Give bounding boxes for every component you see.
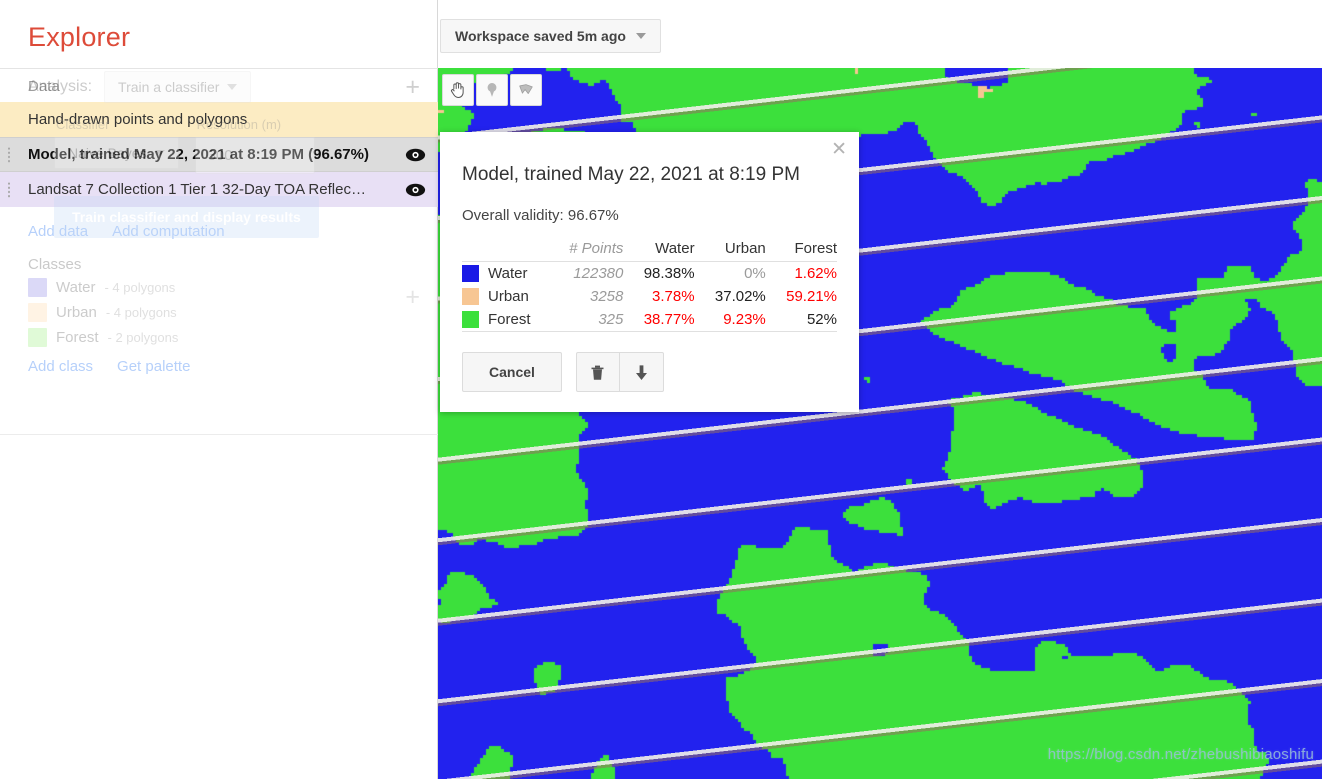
row-class-name: Urban xyxy=(488,285,548,308)
classifier-select[interactable]: Naive Bayes xyxy=(54,137,179,169)
class-name: Forest xyxy=(56,329,99,346)
col-swatch xyxy=(462,237,488,262)
classes-section-header: Classes xyxy=(0,250,438,275)
chevron-down-icon xyxy=(227,84,237,90)
model-results-dialog: ✕ Model, trained May 22, 2021 at 8:19 PM… xyxy=(440,132,859,412)
col-water: Water xyxy=(623,237,694,262)
cell-urban-forest: 59.21% xyxy=(766,285,837,308)
col-points: # Points xyxy=(548,237,624,262)
class-name: Urban xyxy=(56,304,97,321)
workspace-status-button[interactable]: Workspace saved 5m ago xyxy=(440,19,661,53)
watermark-text: https://blog.csdn.net/zhebushibiaoshifu xyxy=(1048,746,1314,763)
class-color-swatch xyxy=(28,303,47,322)
close-icon[interactable]: ✕ xyxy=(831,140,847,159)
cell-water-urban: 0% xyxy=(695,262,766,286)
analysis-label: Analysis: xyxy=(28,78,92,96)
classifier-value: Naive Bayes xyxy=(68,145,147,161)
classes-section-label: Classes xyxy=(28,256,81,273)
trash-icon[interactable] xyxy=(576,352,620,392)
left-panel: Explorer Data + Hand-drawn points and po… xyxy=(0,0,438,779)
row-color-swatch xyxy=(462,262,488,286)
row-point-count: 325 xyxy=(548,308,624,332)
workspace-status-label: Workspace saved 5m ago xyxy=(455,28,626,44)
class-polygon-count: - 4 polygons xyxy=(104,280,175,295)
resolution-input[interactable] xyxy=(195,137,315,174)
resolution-label: Resolution (m) xyxy=(195,117,315,132)
train-classifier-button[interactable]: Train classifier and display results xyxy=(54,196,319,238)
cell-water-forest: 1.62% xyxy=(766,262,837,286)
col-forest: Forest xyxy=(766,237,837,262)
analysis-mode-select[interactable]: Train a classifier xyxy=(104,71,251,103)
cell-urban-urban: 37.02% xyxy=(695,285,766,308)
dialog-actions: Cancel xyxy=(462,332,837,392)
row-point-count: 122380 xyxy=(548,262,624,286)
overall-validity-text: Overall validity: 96.67% xyxy=(462,186,837,237)
pan-hand-icon[interactable] xyxy=(442,74,474,106)
cancel-button[interactable]: Cancel xyxy=(462,352,562,392)
table-row: Urban 3258 3.78% 37.02% 59.21% xyxy=(462,285,837,308)
col-class xyxy=(488,237,548,262)
cell-water-water: 98.38% xyxy=(623,262,694,286)
cell-forest-forest: 52% xyxy=(766,308,837,332)
polygon-icon[interactable] xyxy=(510,74,542,106)
confusion-matrix-table: # Points Water Urban Forest Water 122380… xyxy=(462,237,837,332)
class-item-urban[interactable]: Urban - 4 polygons xyxy=(0,300,438,325)
class-name: Water xyxy=(56,279,95,296)
row-color-swatch xyxy=(462,308,488,332)
add-class-link[interactable]: Add class xyxy=(28,358,93,375)
table-row: Forest 325 38.77% 9.23% 52% xyxy=(462,308,837,332)
map-tool-group xyxy=(442,74,542,106)
class-item-forest[interactable]: Forest - 2 polygons xyxy=(0,325,438,350)
classifier-label: Classifier xyxy=(54,117,179,132)
get-palette-link[interactable]: Get palette xyxy=(117,358,190,375)
row-color-swatch xyxy=(462,285,488,308)
class-color-swatch xyxy=(28,278,47,297)
page-title: Explorer xyxy=(0,0,437,53)
chevron-down-icon xyxy=(636,33,646,39)
row-point-count: 3258 xyxy=(548,285,624,308)
row-class-name: Forest xyxy=(488,308,548,332)
cell-urban-water: 3.78% xyxy=(623,285,694,308)
analysis-section: Analysis: Train a classifier Classifier … xyxy=(0,53,437,238)
cell-forest-urban: 9.23% xyxy=(695,308,766,332)
class-color-swatch xyxy=(28,328,47,347)
class-polygon-count: - 2 polygons xyxy=(108,330,179,345)
cell-forest-water: 38.77% xyxy=(623,308,694,332)
dialog-title: Model, trained May 22, 2021 at 8:19 PM xyxy=(462,150,837,186)
chevron-down-icon xyxy=(155,150,165,156)
row-class-name: Water xyxy=(488,262,548,286)
dialog-icon-buttons xyxy=(576,352,664,392)
map-pin-icon[interactable] xyxy=(476,74,508,106)
class-polygon-count: - 4 polygons xyxy=(106,305,177,320)
analysis-divider xyxy=(0,434,438,435)
top-bar: Workspace saved 5m ago xyxy=(438,0,1322,68)
classes-actions: Add class Get palette xyxy=(0,350,438,385)
table-header-row: # Points Water Urban Forest xyxy=(462,237,837,262)
table-row: Water 122380 98.38% 0% 1.62% xyxy=(462,262,837,286)
explorer-app: Explorer Data + Hand-drawn points and po… xyxy=(0,0,1322,779)
download-arrow-icon[interactable] xyxy=(620,352,664,392)
analysis-mode-value: Train a classifier xyxy=(118,79,219,95)
class-item-water[interactable]: Water - 4 polygons xyxy=(0,275,438,300)
col-urban: Urban xyxy=(695,237,766,262)
